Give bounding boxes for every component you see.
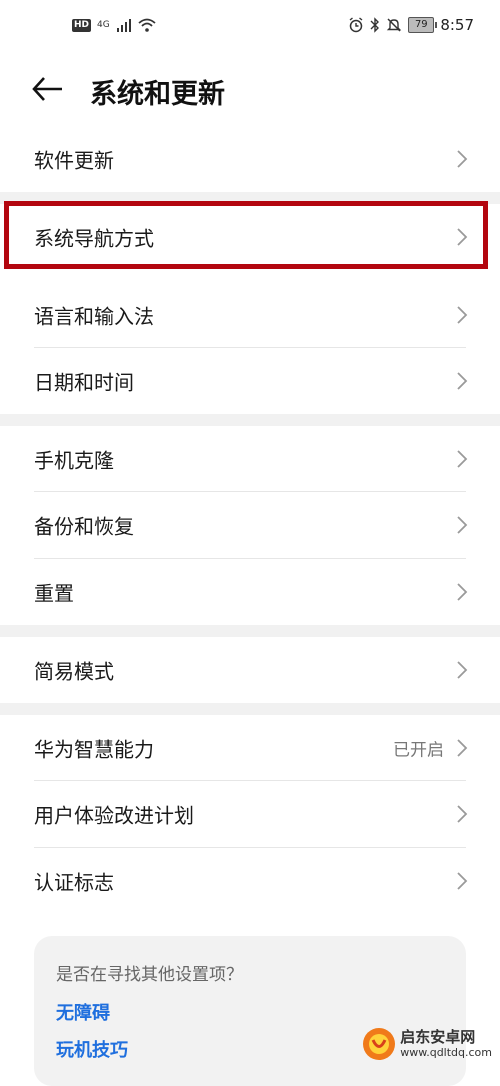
chevron-right-icon: [457, 661, 468, 679]
list-item-label: 手机克隆: [34, 448, 114, 473]
list-item-label: 备份和恢复: [34, 514, 134, 539]
watermark-logo-icon: [363, 1028, 396, 1060]
watermark-url: www.qdltdq.com: [400, 1046, 492, 1059]
status-time: 8:57: [440, 16, 474, 34]
chevron-right-icon: [457, 583, 468, 601]
status-bar-left: HD 4G: [72, 18, 156, 32]
back-arrow-icon[interactable]: [30, 74, 66, 104]
watermark: 启东安卓网 www.qdltdq.com: [362, 1027, 492, 1061]
network-type-label: 4G: [97, 20, 110, 30]
list-item-date-time[interactable]: 日期和时间: [0, 348, 500, 414]
list-item-simple-mode[interactable]: 简易模式: [0, 637, 500, 703]
chevron-right-icon: [457, 805, 468, 823]
battery-indicator: 79: [408, 17, 438, 33]
mute-icon: [387, 18, 402, 32]
signal-icon: [116, 19, 131, 32]
section-gap: [0, 703, 500, 715]
status-bar-right: 79 8:57: [348, 16, 474, 34]
list-item-backup-restore[interactable]: 备份和恢复: [0, 492, 500, 558]
watermark-text: 启东安卓网 www.qdltdq.com: [400, 1028, 492, 1060]
header: 系统和更新: [0, 62, 500, 118]
chevron-right-icon: [457, 150, 468, 168]
section-gap: [0, 414, 500, 426]
page-title: 系统和更新: [90, 79, 225, 110]
suggestion-card: 是否在寻找其他设置项？ 无障碍 玩机技巧: [34, 936, 466, 1086]
chevron-right-icon: [457, 372, 468, 390]
alarm-icon: [349, 17, 363, 33]
list-item-label: 重置: [34, 581, 74, 606]
suggestion-card-title: 是否在寻找其他设置项？: [56, 965, 243, 985]
list-item-label: 语言和输入法: [34, 304, 154, 329]
status-bar: HD 4G 79 8:57: [0, 0, 500, 56]
chevron-right-icon: [457, 516, 468, 534]
watermark-name: 启东安卓网: [400, 1028, 476, 1046]
chevron-right-icon: [457, 739, 468, 757]
hd-badge: HD: [72, 18, 92, 32]
status-value: 已开启: [393, 740, 444, 761]
list-item-label: 用户体验改进计划: [34, 803, 194, 828]
highlight-box: [4, 201, 488, 269]
list-item-language-input[interactable]: 语言和输入法: [0, 282, 500, 348]
link-tips[interactable]: 玩机技巧: [56, 1036, 128, 1062]
list-item-label: 软件更新: [34, 148, 114, 173]
list-item-software-update[interactable]: 软件更新: [0, 126, 500, 192]
list-item-user-experience[interactable]: 用户体验改进计划: [0, 781, 500, 847]
list-item-label: 认证标志: [34, 870, 114, 895]
bluetooth-icon: [370, 17, 380, 33]
list-item-huawei-assistant[interactable]: 华为智慧能力 已开启: [0, 715, 500, 781]
chevron-right-icon: [457, 306, 468, 324]
wifi-icon: [138, 18, 156, 32]
chevron-right-icon: [457, 450, 468, 468]
chevron-right-icon: [457, 872, 468, 890]
link-accessibility[interactable]: 无障碍: [56, 999, 110, 1025]
list-item-label: 简易模式: [34, 659, 114, 684]
list-item-label: 华为智慧能力: [34, 737, 154, 762]
section-gap: [0, 625, 500, 637]
list-item-label: 日期和时间: [34, 370, 134, 395]
list-item-certification[interactable]: 认证标志: [0, 848, 500, 914]
list-item-phone-clone[interactable]: 手机克隆: [0, 426, 500, 492]
list-item-reset[interactable]: 重置: [0, 559, 500, 625]
